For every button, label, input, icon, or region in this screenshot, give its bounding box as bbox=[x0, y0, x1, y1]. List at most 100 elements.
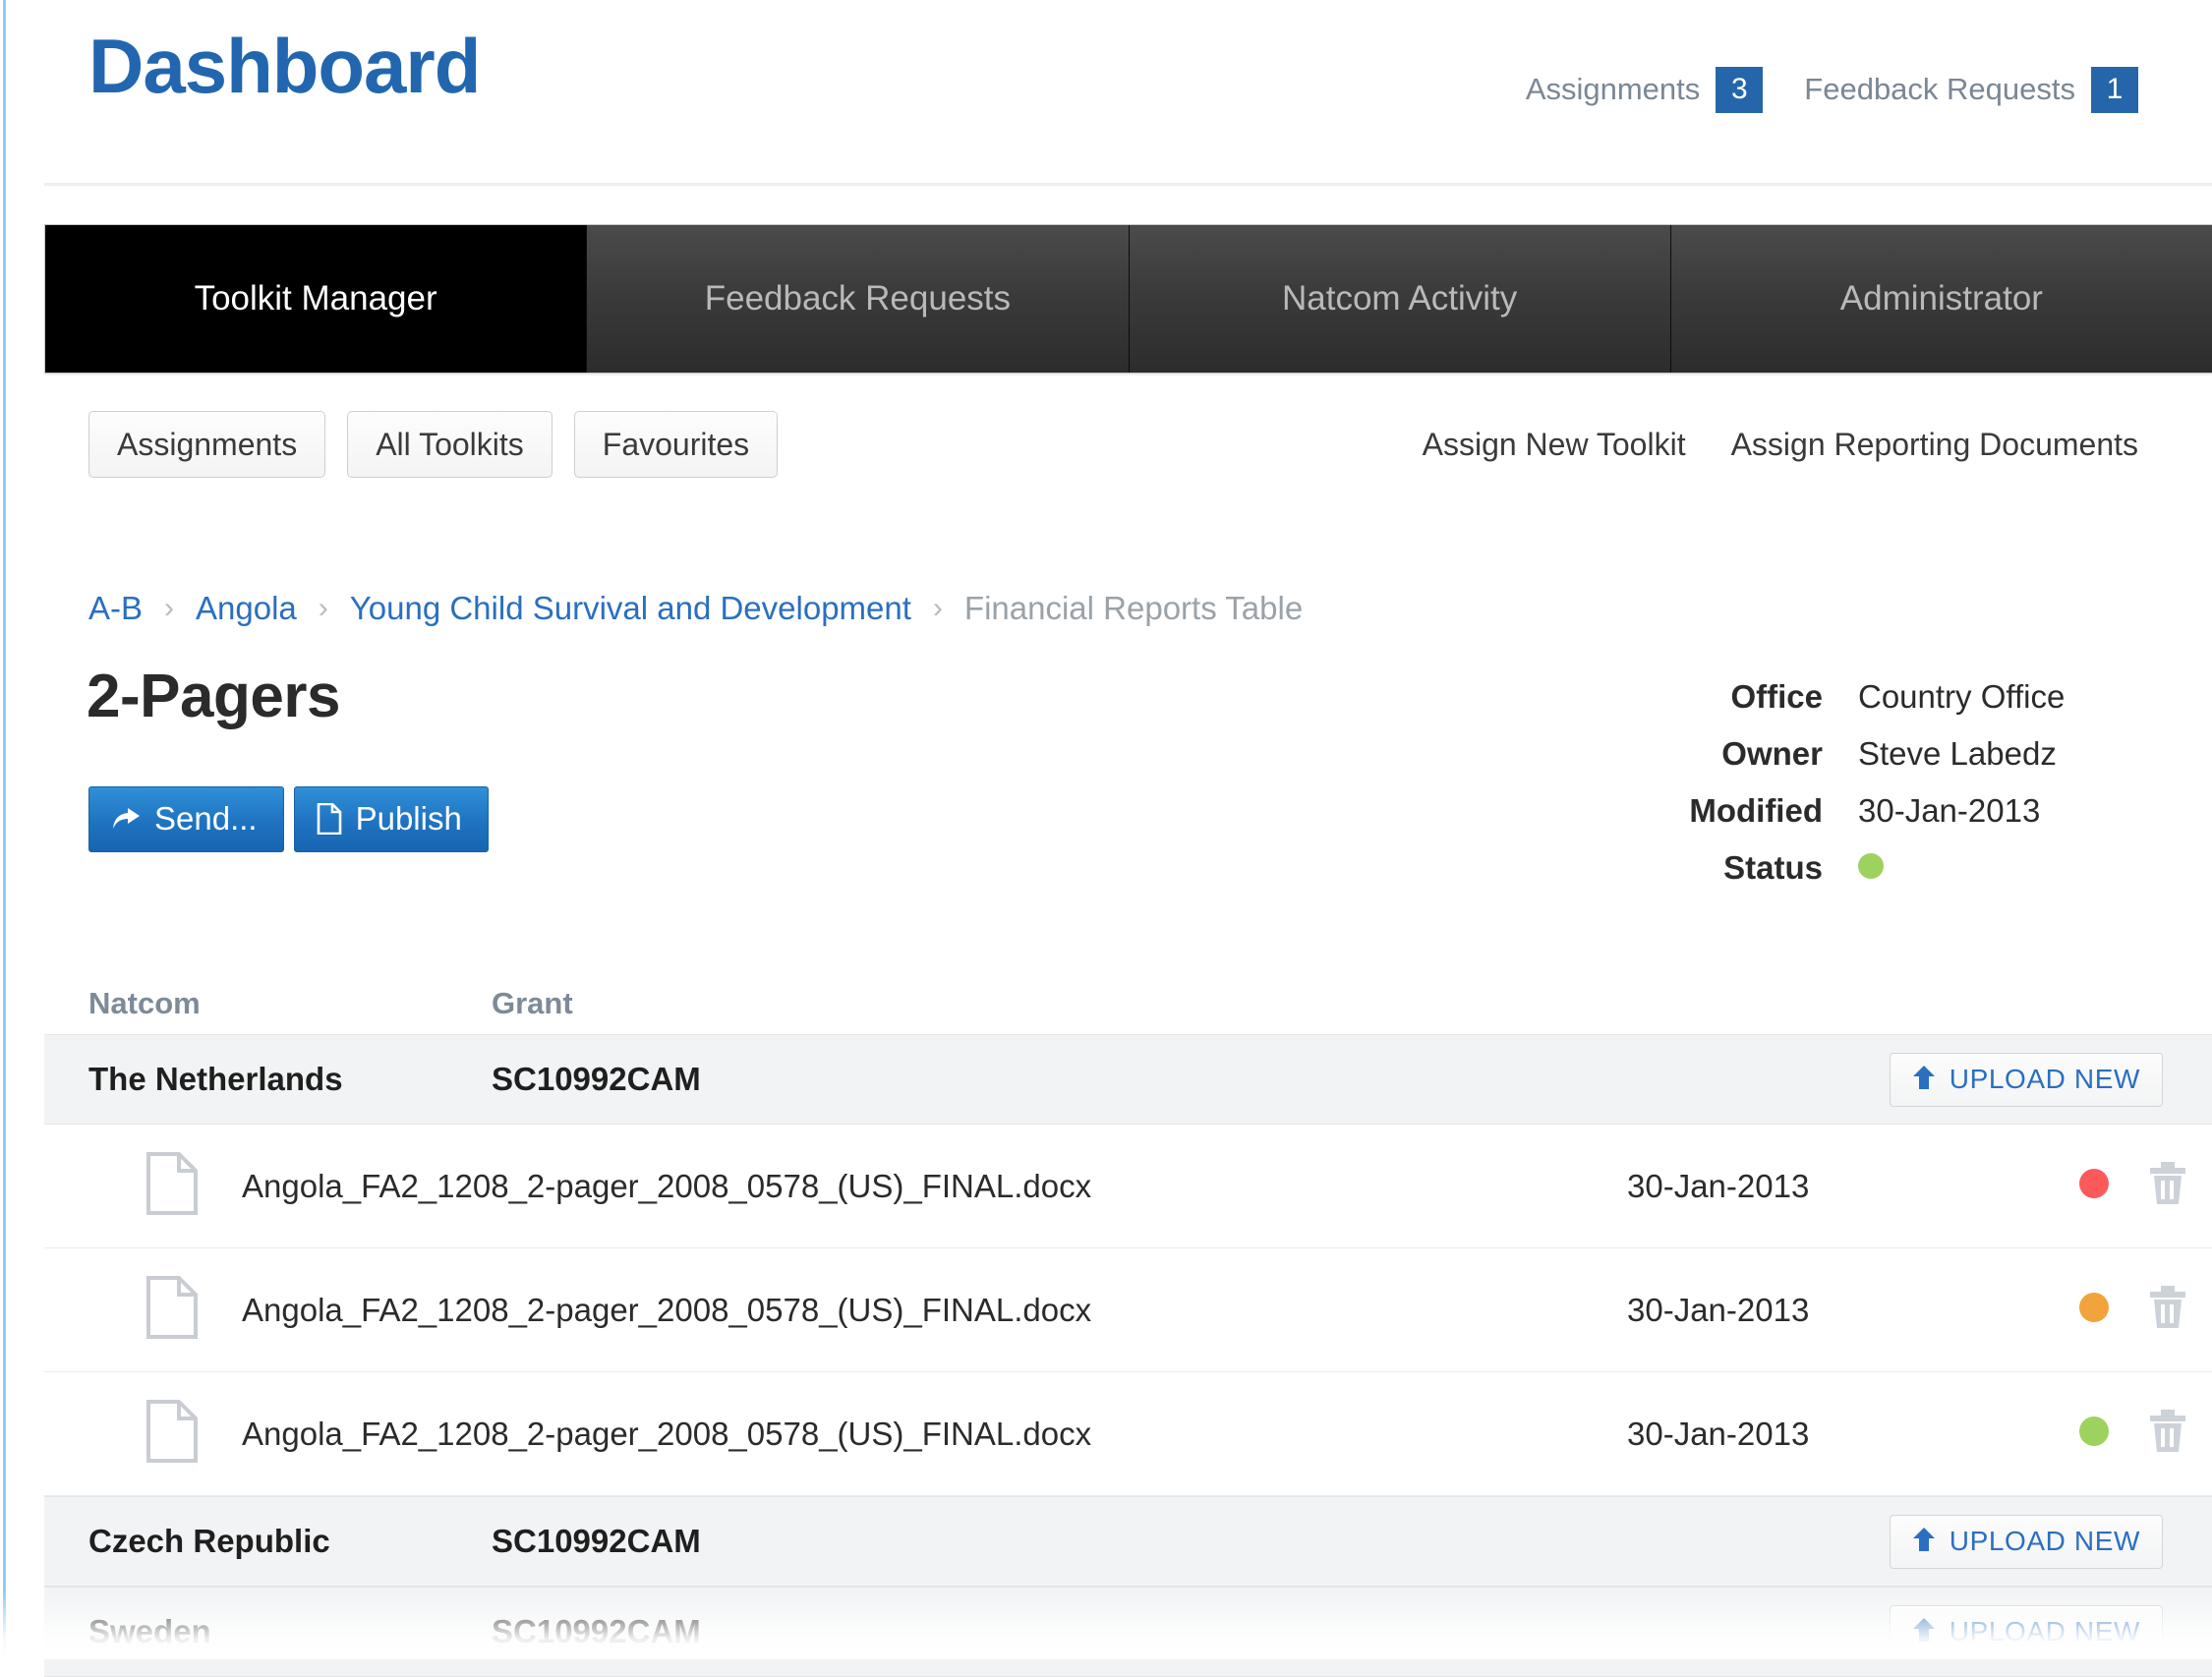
upload-arrow-icon bbox=[1912, 1065, 1936, 1095]
status-badge bbox=[2079, 1417, 2109, 1446]
header-counter-feedback-requests-label: Feedback Requests bbox=[1804, 72, 2075, 107]
table-header-row: Natcom Grant bbox=[44, 944, 2212, 1034]
upload-new-button[interactable]: UPLOAD NEW bbox=[1889, 1052, 2163, 1107]
file-status bbox=[2079, 1417, 2109, 1451]
metadata-key-status: Status bbox=[1723, 849, 1823, 886]
metadata-value-owner: Steve Labedz bbox=[1858, 735, 2057, 772]
sub-toolbar: Assignments All Toolkits Favourites Assi… bbox=[0, 411, 2212, 490]
header-counter-assignments-badge: 3 bbox=[1716, 67, 1764, 113]
filter-button-all-toolkits[interactable]: All Toolkits bbox=[347, 411, 553, 478]
tab-administrator-label: Administrator bbox=[1839, 279, 2043, 318]
chevron-right-icon: › bbox=[318, 592, 328, 624]
metadata-value-modified: 30-Jan-2013 bbox=[1858, 792, 2041, 829]
file-date: 30-Jan-2013 bbox=[1627, 1415, 1810, 1452]
column-header-natcom: Natcom bbox=[88, 986, 201, 1020]
tab-toolkit-manager-label: Toolkit Manager bbox=[194, 279, 437, 318]
file-icon bbox=[146, 1151, 204, 1221]
upload-arrow-icon bbox=[1912, 1527, 1936, 1557]
header-counter-feedback-requests-badge: 1 bbox=[2091, 67, 2138, 113]
share-arrow-icon bbox=[111, 805, 141, 833]
group-grant: SC10992CAM bbox=[492, 1523, 701, 1559]
document-metadata: Office Country Office Owner Steve Labedz… bbox=[1647, 668, 2138, 896]
group-natcom: Czech Republic bbox=[88, 1523, 330, 1559]
tab-administrator[interactable]: Administrator bbox=[1670, 225, 2212, 373]
delete-button[interactable] bbox=[2148, 1410, 2187, 1458]
status-badge bbox=[2079, 1169, 2109, 1198]
group-natcom: Sweden bbox=[88, 1613, 211, 1649]
publish-button[interactable]: Publish bbox=[293, 786, 489, 852]
group-natcom: The Netherlands bbox=[88, 1061, 343, 1097]
status-badge bbox=[1858, 853, 1884, 879]
header-counters: Assignments 3 Feedback Requests 1 bbox=[1526, 67, 2138, 113]
header-counter-assignments-label: Assignments bbox=[1525, 72, 1701, 107]
breadcrumb: A-B › Angola › Young Child Survival and … bbox=[88, 590, 1303, 627]
table-row[interactable]: Angola_FA2_1208_2-pager_2008_0578_(US)_F… bbox=[44, 1372, 2212, 1496]
table-group-row: Czech Republic SC10992CAM UPLOAD NEW bbox=[44, 1496, 2212, 1587]
header-divider bbox=[44, 183, 2212, 186]
document-icon bbox=[317, 802, 342, 835]
file-icon bbox=[146, 1399, 204, 1469]
metadata-key-office: Office bbox=[1730, 678, 1823, 715]
file-name: Angola_FA2_1208_2-pager_2008_0578_(US)_F… bbox=[242, 1167, 1092, 1204]
page-title: Dashboard bbox=[88, 23, 481, 109]
breadcrumb-item-angola[interactable]: Angola bbox=[196, 590, 297, 627]
upload-new-label: UPLOAD NEW bbox=[1949, 1526, 2140, 1556]
chevron-right-icon: › bbox=[164, 592, 175, 624]
filter-button-assignments[interactable]: Assignments bbox=[88, 411, 326, 478]
filter-button-favourites[interactable]: Favourites bbox=[573, 411, 779, 478]
file-name: Angola_FA2_1208_2-pager_2008_0578_(US)_F… bbox=[242, 1291, 1092, 1328]
toolbar-links: Assign New Toolkit Assign Reporting Docu… bbox=[1423, 429, 2138, 460]
upload-arrow-icon bbox=[1912, 1617, 1936, 1648]
upload-new-button[interactable]: UPLOAD NEW bbox=[1889, 1514, 2163, 1569]
group-grant: SC10992CAM bbox=[492, 1061, 701, 1097]
tab-natcom-activity[interactable]: Natcom Activity bbox=[1129, 225, 1671, 373]
metadata-row-owner: Owner Steve Labedz bbox=[1647, 725, 2138, 782]
dashboard-page: Dashboard Assignments 3 Feedback Request… bbox=[0, 0, 2212, 1677]
delete-button[interactable] bbox=[2148, 1162, 2187, 1210]
table-row[interactable]: Angola_FA2_1208_2-pager_2008_0578_(US)_F… bbox=[44, 1248, 2212, 1372]
metadata-key-modified: Modified bbox=[1689, 792, 1823, 829]
table-group-row: The Netherlands SC10992CAM UPLOAD NEW bbox=[44, 1034, 2212, 1125]
file-icon bbox=[146, 1275, 204, 1345]
group-grant: SC10992CAM bbox=[492, 1613, 701, 1649]
main-tab-bar: Toolkit Manager Feedback Requests Natcom… bbox=[44, 224, 2212, 374]
tab-feedback-requests[interactable]: Feedback Requests bbox=[587, 225, 1130, 373]
assign-reporting-documents-link[interactable]: Assign Reporting Documents bbox=[1731, 429, 2138, 460]
filter-button-group: Assignments All Toolkits Favourites bbox=[88, 411, 779, 478]
metadata-row-status: Status bbox=[1647, 839, 2138, 896]
file-date: 30-Jan-2013 bbox=[1627, 1167, 1810, 1204]
page-header: Dashboard Assignments 3 Feedback Request… bbox=[0, 0, 2212, 187]
delete-button[interactable] bbox=[2148, 1286, 2187, 1334]
upload-new-label: UPLOAD NEW bbox=[1949, 1616, 2140, 1647]
metadata-row-office: Office Country Office bbox=[1647, 668, 2138, 725]
assign-new-toolkit-link[interactable]: Assign New Toolkit bbox=[1423, 429, 1686, 460]
upload-new-button[interactable]: UPLOAD NEW bbox=[1889, 1604, 2163, 1659]
header-counter-assignments[interactable]: Assignments 3 bbox=[1525, 67, 1764, 113]
metadata-value-status bbox=[1858, 849, 1884, 887]
upload-new-label: UPLOAD NEW bbox=[1949, 1064, 2140, 1094]
table-group-row: Sweden SC10992CAM UPLOAD NEW bbox=[44, 1587, 2212, 1677]
metadata-value-office: Country Office bbox=[1858, 678, 2066, 715]
document-actions: Send... Publish bbox=[88, 786, 489, 852]
breadcrumb-item-a-b[interactable]: A-B bbox=[88, 590, 143, 627]
status-badge bbox=[2079, 1293, 2109, 1322]
chevron-right-icon: › bbox=[932, 592, 943, 624]
file-date: 30-Jan-2013 bbox=[1627, 1291, 1810, 1328]
metadata-row-modified: Modified 30-Jan-2013 bbox=[1647, 782, 2138, 839]
breadcrumb-item-young-child-survival[interactable]: Young Child Survival and Development bbox=[350, 590, 911, 627]
publish-button-label: Publish bbox=[355, 800, 462, 837]
file-status bbox=[2079, 1293, 2109, 1327]
header-counter-feedback-requests[interactable]: Feedback Requests 1 bbox=[1804, 67, 2138, 113]
table-row[interactable]: Angola_FA2_1208_2-pager_2008_0578_(US)_F… bbox=[44, 1125, 2212, 1248]
breadcrumb-current: Financial Reports Table bbox=[963, 590, 1304, 626]
send-button-label: Send... bbox=[154, 800, 258, 837]
tab-natcom-activity-label: Natcom Activity bbox=[1282, 279, 1518, 318]
document-title: 2-Pagers bbox=[87, 663, 340, 730]
tab-feedback-requests-label: Feedback Requests bbox=[704, 279, 1012, 318]
send-button[interactable]: Send... bbox=[88, 786, 284, 852]
tab-toolkit-manager[interactable]: Toolkit Manager bbox=[45, 225, 588, 373]
financial-reports-table: Natcom Grant The Netherlands SC10992CAM … bbox=[44, 944, 2212, 1677]
file-name: Angola_FA2_1208_2-pager_2008_0578_(US)_F… bbox=[242, 1415, 1092, 1452]
column-header-grant: Grant bbox=[492, 986, 573, 1020]
metadata-key-owner: Owner bbox=[1721, 735, 1823, 772]
